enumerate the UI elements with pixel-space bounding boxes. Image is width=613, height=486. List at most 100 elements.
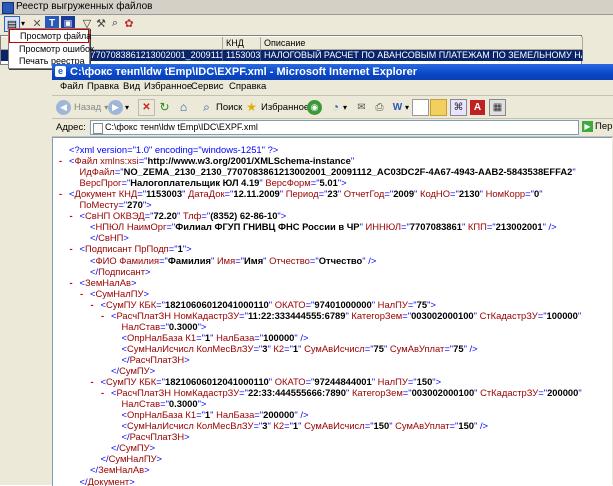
collapse-toggle[interactable]: - <box>70 277 80 288</box>
xml-line[interactable]: -<СумНалПУ> <box>80 288 149 299</box>
xml-line[interactable]: -<СумПУ КБК="18210606012041000110" ОКАТО… <box>91 299 436 310</box>
xml-text: <Подписант ПрПодп="1"> <box>80 243 192 254</box>
xml-text: </РасчПлатЗН> <box>122 354 190 365</box>
xml-line[interactable]: -<СумПУ КБК="18210606012041000110" ОКАТО… <box>91 376 442 387</box>
address-input[interactable]: C:\фокс тенп\ldw tEmp\IDC\EXPF.xml <box>90 120 579 135</box>
xml-text: <НПЮЛ НаимОрг="Филиал ФГУП ГНИВЦ ФНС Рос… <box>90 221 557 232</box>
xml-text: <РасчПлатЗН НомКадастрЗУ="11:22:33344455… <box>111 310 581 321</box>
search-label: Поиск <box>216 102 242 113</box>
xml-line[interactable]: -<Файл xmlns:xsi="http://www.w3.org/2001… <box>59 155 354 166</box>
menu-help[interactable]: Справка <box>229 81 266 92</box>
xml-line: </ЗемНалАв> <box>80 464 150 475</box>
xml-content: <?xml version="1.0" encoding="windows-12… <box>52 137 612 486</box>
xml-text: <СумПУ КБК="18210606012041000110" ОКАТО=… <box>101 299 436 310</box>
home-button[interactable]: ⌂ <box>176 98 191 116</box>
xml-line: <ОпрНалБаза К1="1" НалБаза="200000" /> <box>112 409 309 420</box>
xml-text: ИдФайл="NO_ZEMA_2130_2130_77070838612130… <box>80 166 576 177</box>
xml-line[interactable]: -<Документ КНД="1153003" ДатаДок="12.11.… <box>59 188 543 199</box>
xml-line: <?xml version="1.0" encoding="windows-12… <box>59 144 278 155</box>
collapse-toggle[interactable]: - <box>70 210 80 221</box>
collapse-toggle[interactable]: - <box>70 243 80 254</box>
history-button[interactable]: ◔ ▾ <box>328 98 347 116</box>
xml-text: <?xml version="1.0" encoding="windows-12… <box>69 144 278 155</box>
xml-line[interactable]: -<РасчПлатЗН НомКадастрЗУ="22:33:4445556… <box>101 387 582 398</box>
media-button[interactable]: ◉ <box>307 98 322 116</box>
xml-text: </ЗемНалАв> <box>90 464 150 475</box>
menu-item-view-errors[interactable]: Просмотр ошибок <box>9 43 89 55</box>
back-button[interactable]: ◀ Назад ▾ <box>56 98 108 116</box>
forward-arrow-icon: ▶ <box>108 100 123 115</box>
menu-favorites[interactable]: Избранное <box>144 81 192 92</box>
collapse-toggle[interactable]: - <box>91 299 101 310</box>
table-header-cell[interactable]: Описание <box>261 37 583 50</box>
xml-line[interactable]: -<ЗемНалАв> <box>70 277 137 288</box>
tool-button-1[interactable]: ⌘ <box>450 98 467 116</box>
back-label: Назад <box>74 102 101 113</box>
table-header-cell[interactable]: КНД <box>223 37 261 50</box>
collapse-toggle[interactable]: - <box>91 376 101 387</box>
xml-line: <НПЮЛ НаимОрг="Филиал ФГУП ГНИВЦ ФНС Рос… <box>80 221 557 232</box>
xml-text: <СумНалИсчисл КолМесВлЗУ="3" К2="1" СумА… <box>122 420 489 431</box>
binoculars-icon[interactable]: ⌕ <box>108 16 122 30</box>
xml-text: </СвНП> <box>90 232 129 243</box>
history-icon: ◔ <box>328 100 343 115</box>
go-button[interactable]: ▶ Пер <box>582 121 612 132</box>
tool-button-3[interactable]: ▦ <box>489 98 506 116</box>
edit-button[interactable]: W ▾ <box>390 98 409 116</box>
xml-line[interactable]: -<РасчПлатЗН НомКадастрЗУ="11:22:3334445… <box>101 310 581 321</box>
refresh-button[interactable]: ↻ <box>157 98 172 116</box>
xml-line[interactable]: -<СвНП ОКВЭД="72.20" Тлф="(8352) 62-86-1… <box>70 210 287 221</box>
discuss-button[interactable] <box>412 98 429 116</box>
registry-toolbar: ▤ ▾ ✕ T ▣ ▽ ⚒ ⌕ ✿ <box>0 15 613 33</box>
xml-text: <ОпрНалБаза К1="1" НалБаза="100000" /> <box>122 332 309 343</box>
xml-text: ВерсПрог="Налогоплательщик ЮЛ 4.19" Верс… <box>80 177 347 188</box>
xml-line: </РасчПлатЗН> <box>112 354 190 365</box>
collapse-toggle[interactable]: - <box>59 188 69 199</box>
registry-title-bar: Реестр выгруженных файлов <box>0 0 613 15</box>
context-menu: Просмотр файла Просмотр ошибок Печать ре… <box>8 28 90 69</box>
xml-text: </Документ> <box>80 476 135 486</box>
table-cell[interactable]: 1153003 <box>223 50 261 61</box>
menu-edit[interactable]: Правка <box>87 81 119 92</box>
folder-button[interactable] <box>430 98 447 116</box>
collapse-toggle[interactable]: - <box>80 288 90 299</box>
table-cell[interactable]: НАЛОГОВЫЙ РАСЧЕТ ПО АВАНСОВЫМ ПЛАТЕЖАМ П… <box>261 50 583 61</box>
forward-button[interactable]: ▶ ▾ <box>108 98 129 116</box>
collapse-toggle[interactable]: - <box>101 387 111 398</box>
menu-file[interactable]: Файл <box>60 81 83 92</box>
app-icon: ▦ <box>489 99 506 116</box>
print-button[interactable]: ⎙ <box>372 98 387 116</box>
favorites-label: Избранное <box>261 102 309 113</box>
stop-button[interactable]: ✕ <box>138 98 155 116</box>
xml-line: </Документ> <box>70 476 135 486</box>
xml-text: НалСтав="0.3000"> <box>122 321 207 332</box>
menu-tools[interactable]: Сервис <box>191 81 224 92</box>
address-label: Адрес: <box>56 122 86 133</box>
tool-button-2[interactable]: A <box>470 98 485 116</box>
app-icon <box>2 2 14 14</box>
address-value: C:\фокс тенп\ldw tEmp\IDC\EXPF.xml <box>105 122 258 132</box>
ie-window: e C:\фокс тенп\ldw tEmp\IDC\EXPF.xml - M… <box>52 64 613 485</box>
xml-text: <ЗемНалАв> <box>80 277 137 288</box>
xml-line: </Подписант> <box>80 266 150 277</box>
menu-view[interactable]: Вид <box>123 81 140 92</box>
favorites-button[interactable]: ★ Избранное <box>244 98 309 116</box>
mail-button[interactable]: ✉ <box>354 98 369 116</box>
discuss-icon <box>412 99 429 116</box>
media-icon: ◉ <box>307 100 322 115</box>
tools-icon[interactable]: ⚒ <box>94 16 108 30</box>
xml-text: </РасчПлатЗН> <box>122 431 190 442</box>
edit-icon: W <box>390 100 405 115</box>
menu-item-view-file[interactable]: Просмотр файла <box>9 29 89 43</box>
xml-line: </СвНП> <box>80 232 129 243</box>
go-arrow-icon: ▶ <box>582 121 593 132</box>
settings-icon[interactable]: ✿ <box>122 16 136 30</box>
xml-text: <ФИО Фамилия="Фамилия" Имя="Имя" Отчеств… <box>90 255 376 266</box>
search-button[interactable]: ⌕ Поиск <box>199 98 242 116</box>
refresh-icon: ↻ <box>157 100 172 115</box>
xml-line[interactable]: -<Подписант ПрПодп="1"> <box>70 243 192 254</box>
xml-text: <СумНалПУ> <box>90 288 149 299</box>
collapse-toggle[interactable]: - <box>101 310 111 321</box>
collapse-toggle[interactable]: - <box>59 155 69 166</box>
xml-text: </СумПУ> <box>111 442 155 453</box>
